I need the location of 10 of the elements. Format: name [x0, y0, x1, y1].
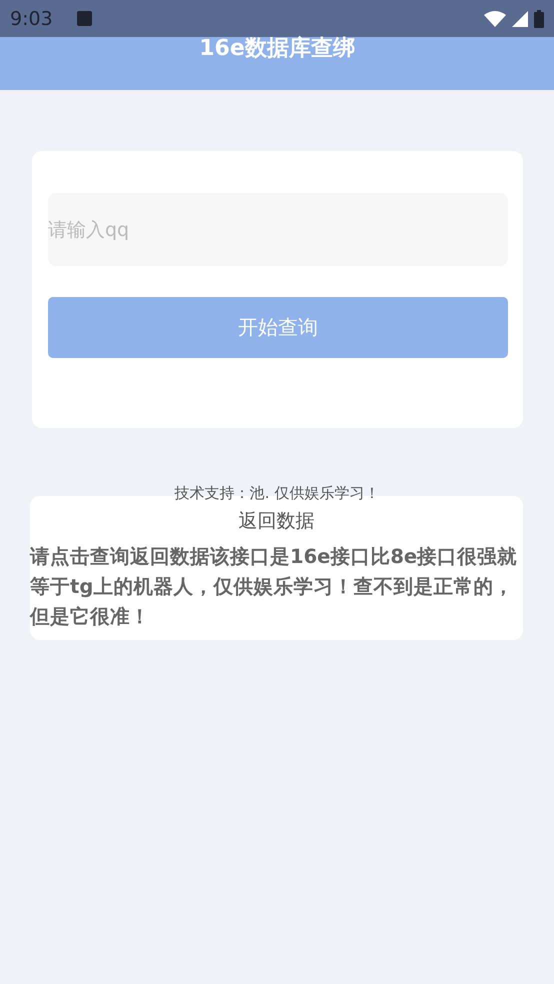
result-title: 返回数据	[238, 509, 314, 534]
signal-icon	[512, 10, 528, 26]
query-button[interactable]: 开始查询	[48, 297, 508, 358]
result-text: 请点击查询返回数据该接口是16e接口比8e接口很强就等于tg上的机器人，仅供娱乐学习！查不到是正常的，但是它很准！	[30, 544, 518, 630]
credit-text: 技术支持：池. 仅供娱乐学习！	[174, 484, 380, 504]
qq-input-field[interactable]: 请输入qq	[48, 193, 508, 266]
battery-icon	[534, 10, 544, 28]
status-time: 9:03	[10, 8, 53, 30]
page-title: 16e数据库查绑	[199, 34, 355, 63]
wifi-icon	[484, 10, 506, 26]
